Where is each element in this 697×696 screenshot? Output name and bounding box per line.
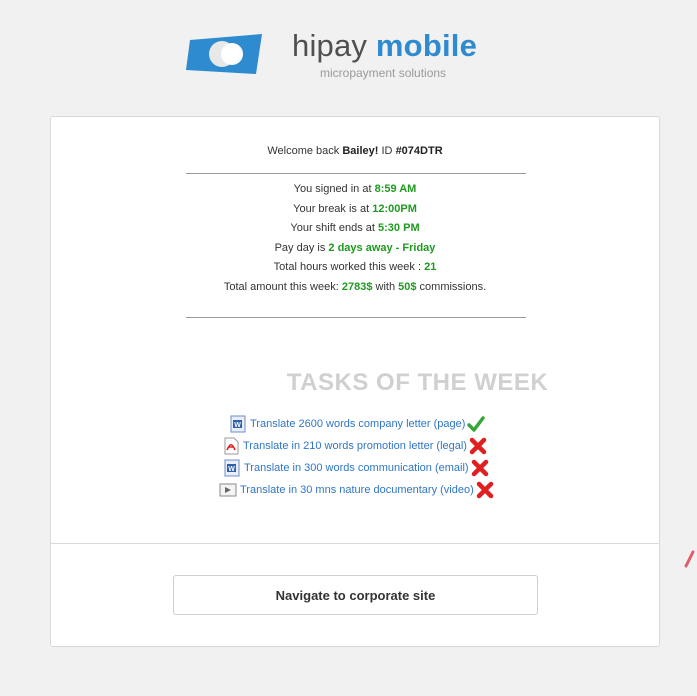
word-doc-icon: W [224,459,240,477]
payday-label: Pay day is [274,241,329,254]
svg-text:W: W [228,466,235,473]
cross-icon [471,459,488,477]
checkmark-icon [467,416,486,432]
brand-tagline: micropayment solutions [320,66,447,80]
signed-in-label: You signed in at [293,183,375,195]
welcome-user-name: Bailey! [342,145,379,157]
break-label: Your break is at [293,202,373,215]
amount-with: with [372,280,399,293]
pdf-icon [224,437,239,455]
hipay-logo: hipay mobile micropayment solutions [168,14,528,100]
signed-in-time: 8:59 AM [374,183,417,195]
commission-value: 50$ [398,280,417,293]
task-item: Translate in 210 words promotion letter … [211,435,551,457]
signed-in-line: You signed in at 8:59 AM [51,180,659,200]
break-time: 12:00PM [372,202,417,215]
amount-line: Total amount this week: 2783$ with 50$ c… [51,278,659,298]
shift-end-time: 5:30 PM [378,222,420,235]
welcome-user-id: #074DTR [395,145,443,157]
hours-value: 21 [424,261,437,274]
break-line: Your break is at 12:00PM [51,200,659,220]
cross-icon [469,437,487,455]
brand-name-mobile: mobile [367,28,478,63]
task-link[interactable]: Translate 2600 words company letter (pag… [250,418,465,430]
shift-end-label: Your shift ends at [290,222,379,235]
brand-name-hipay: hipay [292,28,368,63]
video-icon [219,483,237,497]
brand-name: hipay mobile [292,28,477,64]
svg-text:W: W [234,422,241,429]
amount-label: Total amount this week: [223,280,342,293]
hipay-logo-mark-icon [186,34,262,74]
task-list: W Translate 2600 words company letter (p… [211,413,551,501]
payday-line: Pay day is 2 days away - Friday [51,239,659,259]
task-link[interactable]: Translate in 210 words promotion letter … [243,440,467,452]
dashboard-card: Welcome back Bailey! ID #074DTR You sign… [50,116,660,647]
navigate-corporate-button[interactable]: Navigate to corporate site [173,575,538,615]
task-link[interactable]: Translate in 30 mns nature documentary (… [240,484,474,496]
top-divider [186,173,526,174]
cross-icon [476,481,494,499]
amount-value: 2783$ [341,280,373,293]
hours-label: Total hours worked this week : [273,261,425,274]
task-link[interactable]: Translate in 300 words communication (em… [244,462,469,474]
task-item: W Translate in 300 words communication (… [211,457,551,479]
shift-info: You signed in at 8:59 AM Your break is a… [51,180,659,298]
card-footer-divider [51,543,659,544]
welcome-id-label: ID [378,145,396,157]
task-item: Translate in 30 mns nature documentary (… [211,479,551,501]
payday-value: 2 days away - Friday [328,241,436,254]
welcome-prefix: Welcome back [267,145,343,157]
task-item: W Translate 2600 words company letter (p… [211,413,551,435]
bottom-divider [186,317,526,318]
word-doc-icon: W [230,415,246,433]
shift-end-line: Your shift ends at 5:30 PM [51,219,659,239]
welcome-message: Welcome back Bailey! ID #074DTR [51,145,659,157]
edge-arrow-icon [684,550,695,568]
hours-line: Total hours worked this week : 21 [51,258,659,278]
tasks-heading: TASKS OF THE WEEK [286,369,549,396]
commission-suffix: commissions. [416,280,487,293]
